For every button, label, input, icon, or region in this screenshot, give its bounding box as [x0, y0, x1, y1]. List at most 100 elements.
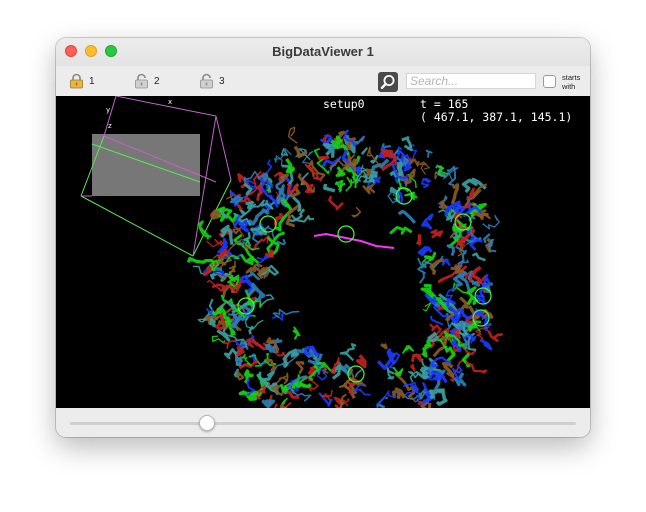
viewer-canvas[interactable]: xyz setup0 t = 165 ( 467.1, 387.1, 145.1… [56, 96, 590, 408]
track-segment [351, 206, 362, 218]
track-segment [450, 183, 460, 205]
track-segment [244, 314, 264, 330]
coordinates-label: ( 467.1, 387.1, 145.1) [420, 110, 573, 124]
toolbar: 1 2 3 starts with [56, 66, 590, 96]
track-segment [427, 331, 440, 343]
search-input[interactable] [406, 73, 536, 89]
track-segment [408, 370, 419, 383]
track-segment [209, 317, 217, 328]
track-segment [279, 383, 288, 393]
track-segment [401, 136, 413, 152]
track-segment [354, 368, 363, 378]
track-segment [317, 155, 330, 161]
track-segment [427, 365, 435, 373]
magnifier-icon [380, 75, 395, 90]
track-segment [466, 296, 478, 306]
track-segment [419, 161, 430, 175]
track-segment [422, 301, 432, 312]
axis-label-z: z [108, 122, 112, 130]
slider-thumb[interactable] [198, 415, 215, 431]
track-segment [265, 159, 273, 175]
track-segment [429, 258, 445, 276]
track-segment [338, 382, 351, 391]
source-label-2: 2 [154, 75, 160, 87]
track-segment [479, 337, 493, 351]
timepoint-slider[interactable] [56, 408, 590, 437]
track-segment [339, 343, 357, 362]
track-segment [275, 372, 289, 385]
track-segment [211, 335, 226, 344]
track-segment [415, 234, 422, 246]
track-segment [421, 339, 432, 358]
track-segment [197, 318, 207, 323]
source-label-1: 1 [89, 75, 95, 87]
slider-track[interactable] [70, 422, 576, 425]
axis-label-y: y [106, 106, 110, 114]
track-segment [380, 342, 388, 350]
track-segment [356, 354, 367, 369]
track-segment [366, 146, 382, 168]
lock-open-icon [200, 73, 213, 89]
track-segment [421, 213, 434, 230]
track-segment [438, 199, 448, 210]
track-segment [197, 220, 212, 240]
track-segment [471, 252, 486, 262]
track-segment [410, 363, 416, 372]
track-segment [386, 367, 395, 380]
track-segment [465, 361, 488, 374]
track-segment [328, 195, 344, 211]
track-segment [361, 147, 369, 155]
track-segment [323, 183, 336, 193]
track-segment [282, 348, 299, 369]
window-title: BigDataViewer 1 [272, 44, 374, 59]
source-lock-button-2[interactable]: 2 [134, 72, 160, 90]
source-lock-button-1[interactable]: 1 [69, 72, 95, 90]
track-segment [417, 245, 433, 257]
track-segment [435, 389, 448, 406]
track-segment [259, 360, 267, 366]
track-segment [236, 370, 245, 381]
track-segment [261, 399, 276, 408]
track-segment [421, 177, 432, 189]
title-bar[interactable]: BigDataViewer 1 [56, 38, 590, 66]
track-segment [288, 126, 298, 144]
lock-open-icon [135, 73, 148, 89]
search-button[interactable] [378, 72, 398, 92]
track-segment [248, 325, 254, 335]
current-view-plane [92, 134, 200, 196]
track-segment [339, 393, 347, 408]
track-segment [430, 228, 444, 239]
track-segment [248, 208, 270, 226]
source-name-label: setup0 [323, 97, 365, 111]
track-segment [240, 274, 255, 293]
axis-label-x: x [168, 98, 172, 106]
track-segment [295, 361, 305, 375]
track-segment [264, 343, 278, 354]
source-lock-button-3[interactable]: 3 [199, 72, 225, 90]
track-segment [444, 345, 456, 362]
track-segment [229, 195, 244, 205]
starts-with-checkbox[interactable] [543, 75, 556, 88]
track-segment [425, 149, 433, 158]
track-segment [272, 308, 300, 319]
source-label-3: 3 [219, 75, 225, 87]
track-segment [429, 315, 444, 326]
track-segment [362, 183, 376, 195]
track-segment [223, 339, 237, 349]
track-segment [292, 326, 301, 340]
lock-closed-icon [70, 73, 83, 89]
track-segment [206, 238, 224, 248]
track-segment [397, 209, 417, 224]
track-segment [482, 214, 500, 230]
track-segment [389, 225, 413, 235]
starts-with-label: starts with [562, 73, 581, 91]
track-segment [416, 366, 430, 379]
navigator-box: x yz [80, 96, 232, 257]
track-visualization[interactable]: x yz [56, 96, 590, 408]
track-segment [487, 329, 503, 342]
bigdataviewer-window: BigDataViewer 1 1 2 3 Search... starts w… [56, 38, 590, 437]
track-segment [410, 352, 423, 363]
track-segment [446, 244, 455, 257]
cell-tracks [186, 126, 503, 408]
spot-marker[interactable] [337, 225, 355, 243]
